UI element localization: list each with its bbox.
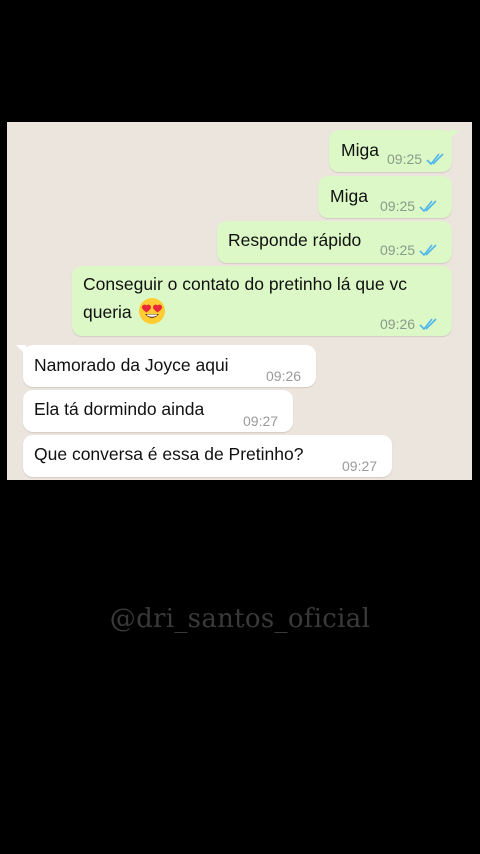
bubble-tail bbox=[449, 130, 459, 140]
message-time: 09:25 bbox=[380, 198, 416, 214]
message-text: Responde rápido bbox=[228, 230, 362, 250]
message-meta: 09:26 bbox=[380, 311, 439, 337]
message-time: 09:25 bbox=[387, 151, 423, 167]
message-outgoing[interactable]: Miga 09:25 bbox=[318, 176, 452, 218]
message-time: 09:26 bbox=[380, 316, 416, 332]
message-time: 09:25 bbox=[380, 242, 416, 258]
message-meta: 09:25 bbox=[387, 146, 446, 172]
double-check-icon bbox=[419, 244, 437, 256]
message-time: 09:27 bbox=[342, 458, 378, 474]
double-check-icon bbox=[419, 200, 437, 212]
watermark-text: @dri_santos_oficial bbox=[109, 604, 371, 634]
message-outgoing[interactable]: Responde rápido 09:25 bbox=[217, 221, 452, 263]
message-text: Miga bbox=[330, 186, 368, 206]
message-incoming[interactable]: Namorado da Joyce aqui 09:26 bbox=[16, 345, 316, 389]
bubble-tail bbox=[16, 345, 26, 355]
message-text: Namorado da Joyce aqui bbox=[34, 355, 229, 375]
message-meta: 09:27 bbox=[243, 408, 278, 434]
double-check-icon bbox=[426, 153, 444, 165]
message-meta: 09:26 bbox=[266, 363, 301, 389]
double-check-icon bbox=[419, 318, 437, 330]
message-time: 09:26 bbox=[266, 368, 302, 384]
message-outgoing[interactable]: Conseguir o contato do pretinho lá que v… bbox=[72, 266, 452, 336]
heart-eyes-emoji-icon bbox=[138, 298, 165, 325]
message-text: Miga bbox=[341, 140, 379, 160]
message-incoming[interactable]: Que conversa é essa de Pretinho? 09:27 bbox=[23, 435, 392, 477]
message-outgoing[interactable]: Miga 09:25 bbox=[329, 130, 459, 172]
message-text: Ela tá dormindo ainda bbox=[34, 399, 205, 419]
message-text-line-2: queria bbox=[83, 298, 166, 327]
message-incoming[interactable]: Ela tá dormindo ainda 09:27 bbox=[23, 390, 293, 432]
message-text-line-1: Conseguir o contato do pretinho lá que v… bbox=[83, 274, 407, 294]
message-meta: 09:25 bbox=[380, 237, 439, 263]
message-meta: 09:25 bbox=[380, 193, 439, 219]
message-meta: 09:27 bbox=[342, 453, 377, 479]
message-text-word: queria bbox=[83, 302, 132, 322]
chat-conversation[interactable]: Miga 09:25 Miga 09:25 Responde rápido 09… bbox=[7, 122, 472, 480]
screenshot: Miga 09:25 Miga 09:25 Responde rápido 09… bbox=[0, 0, 480, 854]
message-time: 09:27 bbox=[243, 413, 279, 429]
message-text: Que conversa é essa de Pretinho? bbox=[34, 444, 304, 464]
